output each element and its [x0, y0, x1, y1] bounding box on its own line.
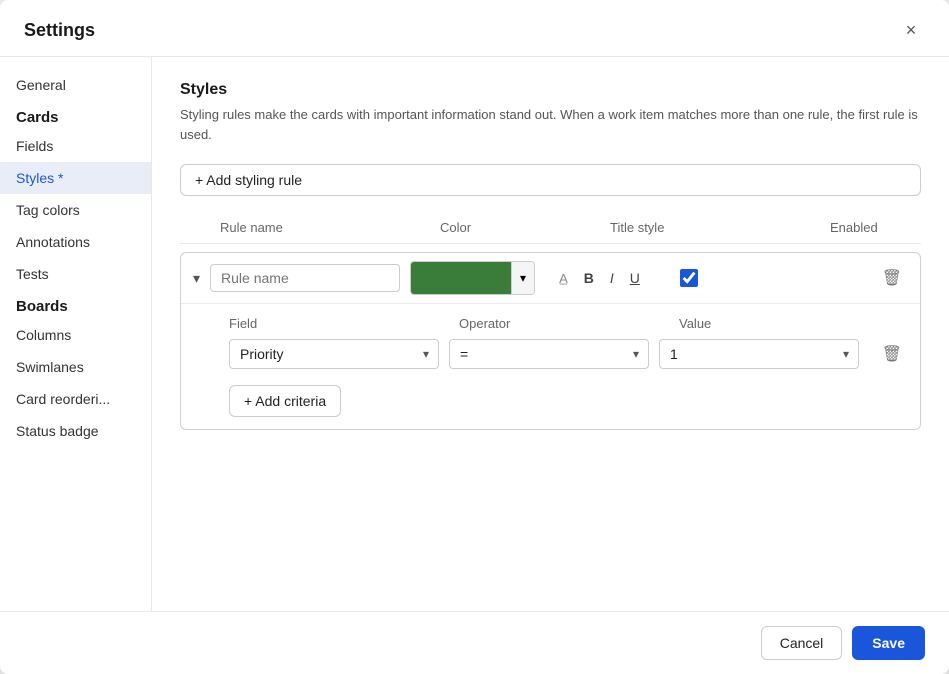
trash-icon: 🗑: [882, 270, 902, 287]
sidebar: General Cards Fields Styles * Tag colors…: [0, 57, 152, 611]
chevron-down-icon: ▾: [193, 270, 200, 287]
underline-icon: U: [630, 270, 640, 286]
settings-dialog: Settings × General Cards Fields Styles *…: [0, 0, 949, 674]
rule-name-input[interactable]: [210, 264, 400, 292]
color-dropdown-button[interactable]: ▾: [511, 262, 534, 294]
bold-button[interactable]: B: [578, 266, 600, 290]
cancel-button[interactable]: Cancel: [761, 626, 843, 660]
color-picker[interactable]: ▾: [410, 261, 535, 295]
field-select-wrapper: Priority Status Assignee Title Type: [229, 339, 439, 369]
criteria-col-field: Field: [229, 316, 459, 331]
col-header-color: Color: [440, 220, 610, 235]
title-style-group: A̲ B I U: [553, 266, 646, 290]
dialog-title: Settings: [24, 20, 95, 41]
main-content: Styles Styling rules make the cards with…: [152, 57, 949, 611]
add-criteria-button[interactable]: + Add criteria: [229, 385, 341, 417]
underline-button[interactable]: U: [624, 266, 646, 290]
dialog-header: Settings ×: [0, 0, 949, 57]
color-swatch: [411, 262, 511, 294]
sidebar-item-tag-colors[interactable]: Tag colors: [0, 194, 151, 226]
italic-icon: I: [610, 270, 614, 286]
criteria-row: Priority Status Assignee Title Type = !=: [229, 339, 908, 369]
delete-rule-button[interactable]: 🗑: [876, 264, 908, 292]
sidebar-item-tests[interactable]: Tests: [0, 258, 151, 290]
value-select[interactable]: 1 2 3 4 5: [659, 339, 859, 369]
rule-expand-button[interactable]: ▾: [193, 270, 200, 287]
trash-icon: 🗑: [882, 346, 902, 363]
criteria-col-value: Value: [679, 316, 879, 331]
delete-criteria-button[interactable]: 🗑: [876, 340, 908, 368]
criteria-col-operator: Operator: [459, 316, 679, 331]
col-header-actions: [930, 220, 949, 235]
text-underline-bar-button[interactable]: A̲: [553, 267, 574, 290]
col-header-rule-name: Rule name: [220, 220, 440, 235]
sidebar-item-columns[interactable]: Columns: [0, 319, 151, 351]
rule-row-top: ▾ ▾ A̲: [181, 253, 920, 304]
criteria-headers: Field Operator Value: [229, 316, 908, 331]
sidebar-item-swimlanes[interactable]: Swimlanes: [0, 351, 151, 383]
col-header-enabled: Enabled: [830, 220, 930, 235]
bold-icon: B: [584, 270, 594, 286]
table-headers: Rule name Color Title style Enabled: [180, 220, 921, 244]
section-description: Styling rules make the cards with import…: [180, 105, 921, 144]
value-select-wrapper: 1 2 3 4 5: [659, 339, 859, 369]
section-title: Styles: [180, 81, 921, 99]
col-header-title-style: Title style: [610, 220, 830, 235]
operator-select[interactable]: = != > < >= <= contains: [449, 339, 649, 369]
chevron-down-icon: ▾: [520, 271, 526, 285]
sidebar-item-general[interactable]: General: [0, 69, 151, 101]
criteria-section: Field Operator Value Priority Status Ass…: [181, 304, 920, 429]
operator-select-wrapper: = != > < >= <= contains: [449, 339, 649, 369]
field-select[interactable]: Priority Status Assignee Title Type: [229, 339, 439, 369]
sidebar-item-fields[interactable]: Fields: [0, 130, 151, 162]
sidebar-section-boards: Boards: [0, 290, 151, 319]
dialog-footer: Cancel Save: [0, 611, 949, 674]
add-styling-rule-button[interactable]: + Add styling rule: [180, 164, 921, 196]
sidebar-item-card-reordering[interactable]: Card reorderi...: [0, 383, 151, 415]
col-header-expand: [180, 220, 220, 235]
save-button[interactable]: Save: [852, 626, 925, 660]
close-button[interactable]: ×: [897, 16, 925, 44]
sidebar-section-cards: Cards: [0, 101, 151, 130]
sidebar-item-status-badge[interactable]: Status badge: [0, 415, 151, 447]
sidebar-item-annotations[interactable]: Annotations: [0, 226, 151, 258]
sidebar-item-styles[interactable]: Styles *: [0, 162, 151, 194]
rule-row: ▾ ▾ A̲: [180, 252, 921, 430]
enabled-checkbox[interactable]: [680, 269, 698, 287]
underline-bar-icon: A̲: [559, 271, 568, 286]
dialog-body: General Cards Fields Styles * Tag colors…: [0, 57, 949, 611]
italic-button[interactable]: I: [604, 266, 620, 290]
